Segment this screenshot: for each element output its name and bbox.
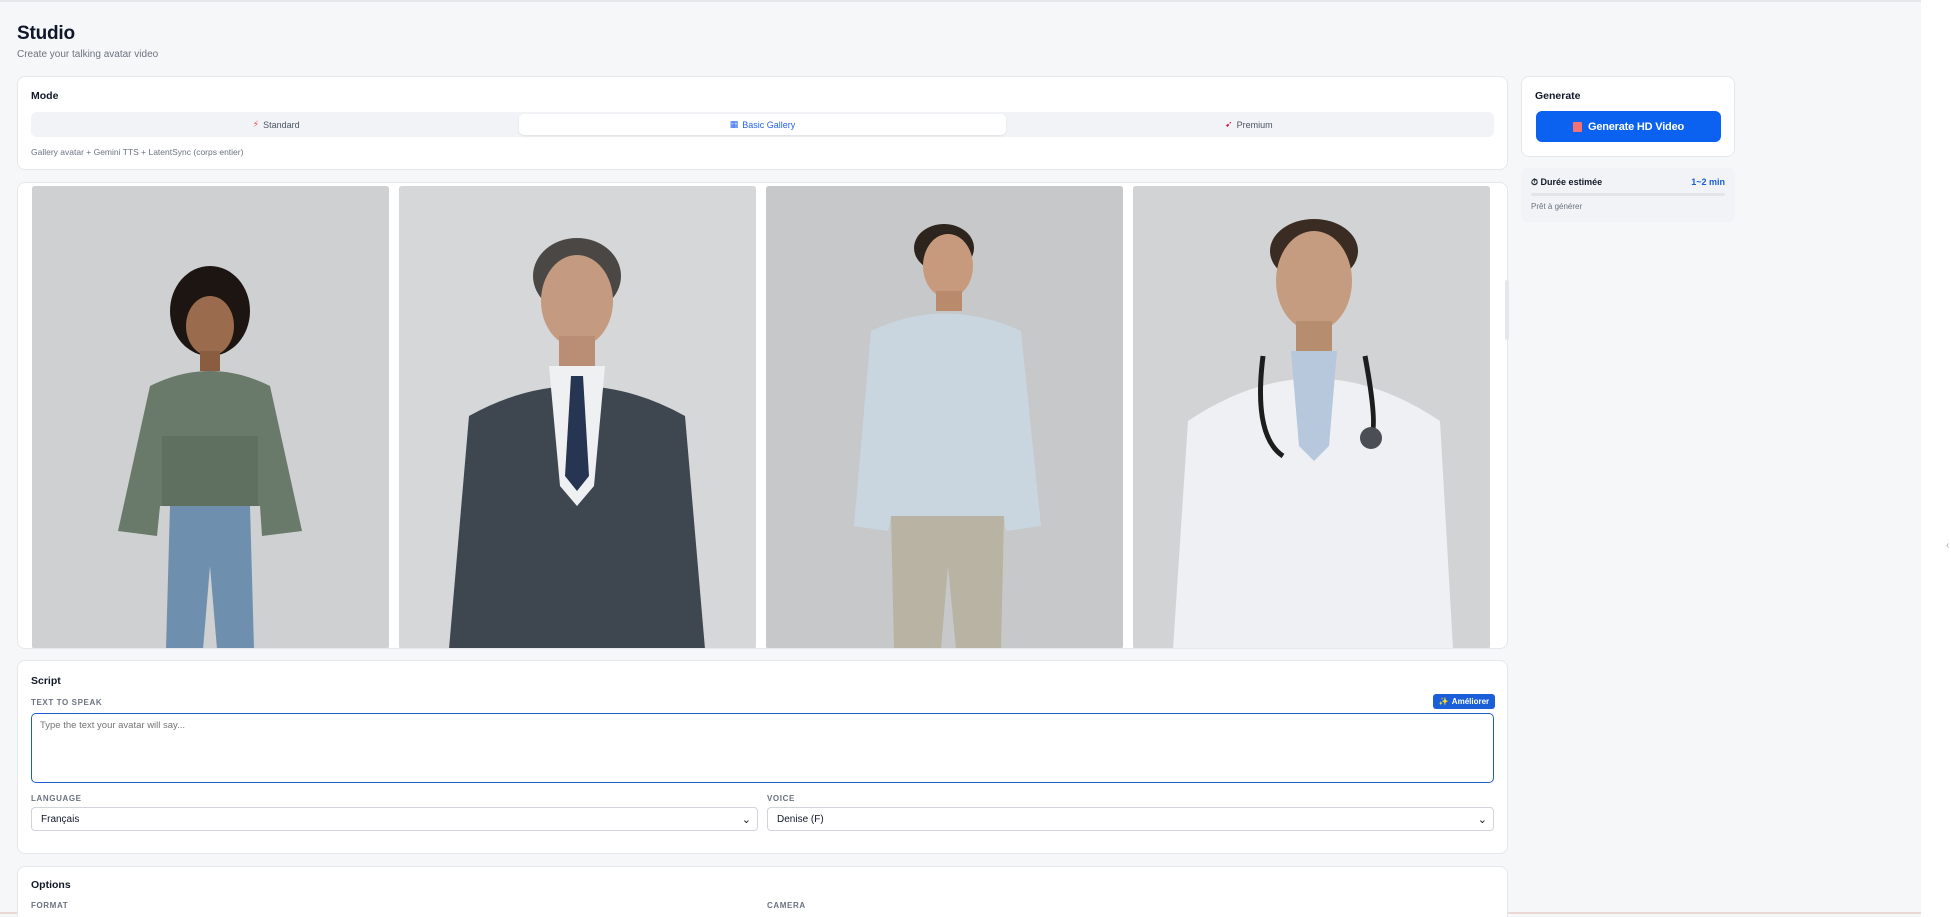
estimated-duration-value: 1~2 min	[1691, 177, 1725, 187]
mode-option-label: Standard	[263, 119, 300, 130]
format-label: FORMAT	[31, 901, 69, 910]
generate-title: Generate	[1535, 90, 1581, 102]
page-title: Studio	[17, 23, 75, 44]
voice-value: Denise (F)	[777, 813, 824, 825]
generate-card: Generate Generate HD Video	[1521, 76, 1735, 157]
language-select[interactable]: Français ⌄	[31, 807, 758, 831]
estimate-card: ⏱ Durée estimée 1~2 min Prêt à générer	[1521, 168, 1735, 222]
generate-hd-video-button[interactable]: Generate HD Video	[1536, 111, 1721, 142]
top-border	[0, 0, 1951, 2]
improve-button[interactable]: ✨ Améliorer	[1433, 694, 1495, 709]
camera-label: CAMERA	[767, 901, 806, 910]
language-label: LANGUAGE	[31, 794, 82, 803]
mode-option-basic-gallery[interactable]: ▦ Basic Gallery	[519, 114, 1006, 135]
script-card: Script TEXT TO SPEAK ✨ Améliorer LANGUAG…	[17, 660, 1508, 854]
avatar-image	[766, 186, 1123, 648]
mode-card: Mode ⚡ Standard ▦ Basic Gallery ➹ Premiu…	[17, 76, 1508, 170]
progress-bar	[1531, 193, 1725, 196]
generation-status: Prêt à générer	[1531, 202, 1583, 211]
avatar-gallery	[32, 186, 1490, 648]
generate-button-label: Generate HD Video	[1587, 120, 1685, 133]
mode-option-label: Basic Gallery	[742, 119, 796, 130]
crown-icon: ➹	[1225, 119, 1233, 129]
script-title: Script	[31, 675, 61, 687]
sparkle-icon: ✨	[1438, 697, 1449, 706]
avatar-man-light-shirt[interactable]	[766, 186, 1123, 648]
options-card: Options FORMAT CAMERA	[17, 866, 1508, 917]
page-subtitle: Create your talking avatar video	[17, 49, 159, 60]
avatar-woman-green-hoodie[interactable]	[32, 186, 389, 648]
voice-select[interactable]: Denise (F) ⌄	[767, 807, 1494, 831]
estimated-duration-label: ⏱ Durée estimée	[1531, 177, 1602, 188]
lightning-icon: ⚡	[252, 119, 260, 129]
mode-option-standard[interactable]: ⚡ Standard	[33, 114, 519, 135]
avatar-image	[1133, 186, 1490, 648]
right-panel	[1921, 0, 1951, 917]
page-header: Studio Create your talking avatar video	[17, 23, 158, 60]
script-textarea[interactable]	[31, 713, 1494, 783]
mode-description: Gallery avatar + Gemini TTS + LatentSync…	[31, 147, 244, 157]
avatar-man-doctor-coat[interactable]	[1133, 186, 1490, 648]
chevron-down-icon: ⌄	[741, 814, 751, 826]
chevron-down-icon: ⌄	[1477, 814, 1487, 826]
avatar-gallery-card	[17, 182, 1508, 649]
text-to-speak-label: TEXT TO SPEAK	[31, 698, 103, 707]
language-value: Français	[41, 813, 80, 825]
mode-title: Mode	[31, 90, 59, 102]
mode-selector: ⚡ Standard ▦ Basic Gallery ➹ Premium	[31, 112, 1494, 137]
gallery-icon: ▦	[729, 119, 739, 129]
voice-label: VOICE	[767, 794, 795, 803]
timer-icon: ⏱	[1531, 177, 1539, 187]
estimate-label-text: Durée estimée	[1540, 177, 1603, 187]
avatar-man-business-suit[interactable]	[399, 186, 756, 648]
mode-option-label: Premium	[1236, 119, 1273, 130]
improve-button-label: Améliorer	[1451, 697, 1490, 706]
mode-option-premium[interactable]: ➹ Premium	[1006, 114, 1492, 135]
avatar-image	[399, 186, 756, 648]
film-icon	[1572, 121, 1582, 132]
avatar-image	[32, 186, 389, 648]
options-title: Options	[31, 879, 71, 891]
collapse-handle-icon[interactable]: ‹	[1946, 540, 1949, 551]
gallery-scrollbar[interactable]	[1505, 280, 1509, 340]
